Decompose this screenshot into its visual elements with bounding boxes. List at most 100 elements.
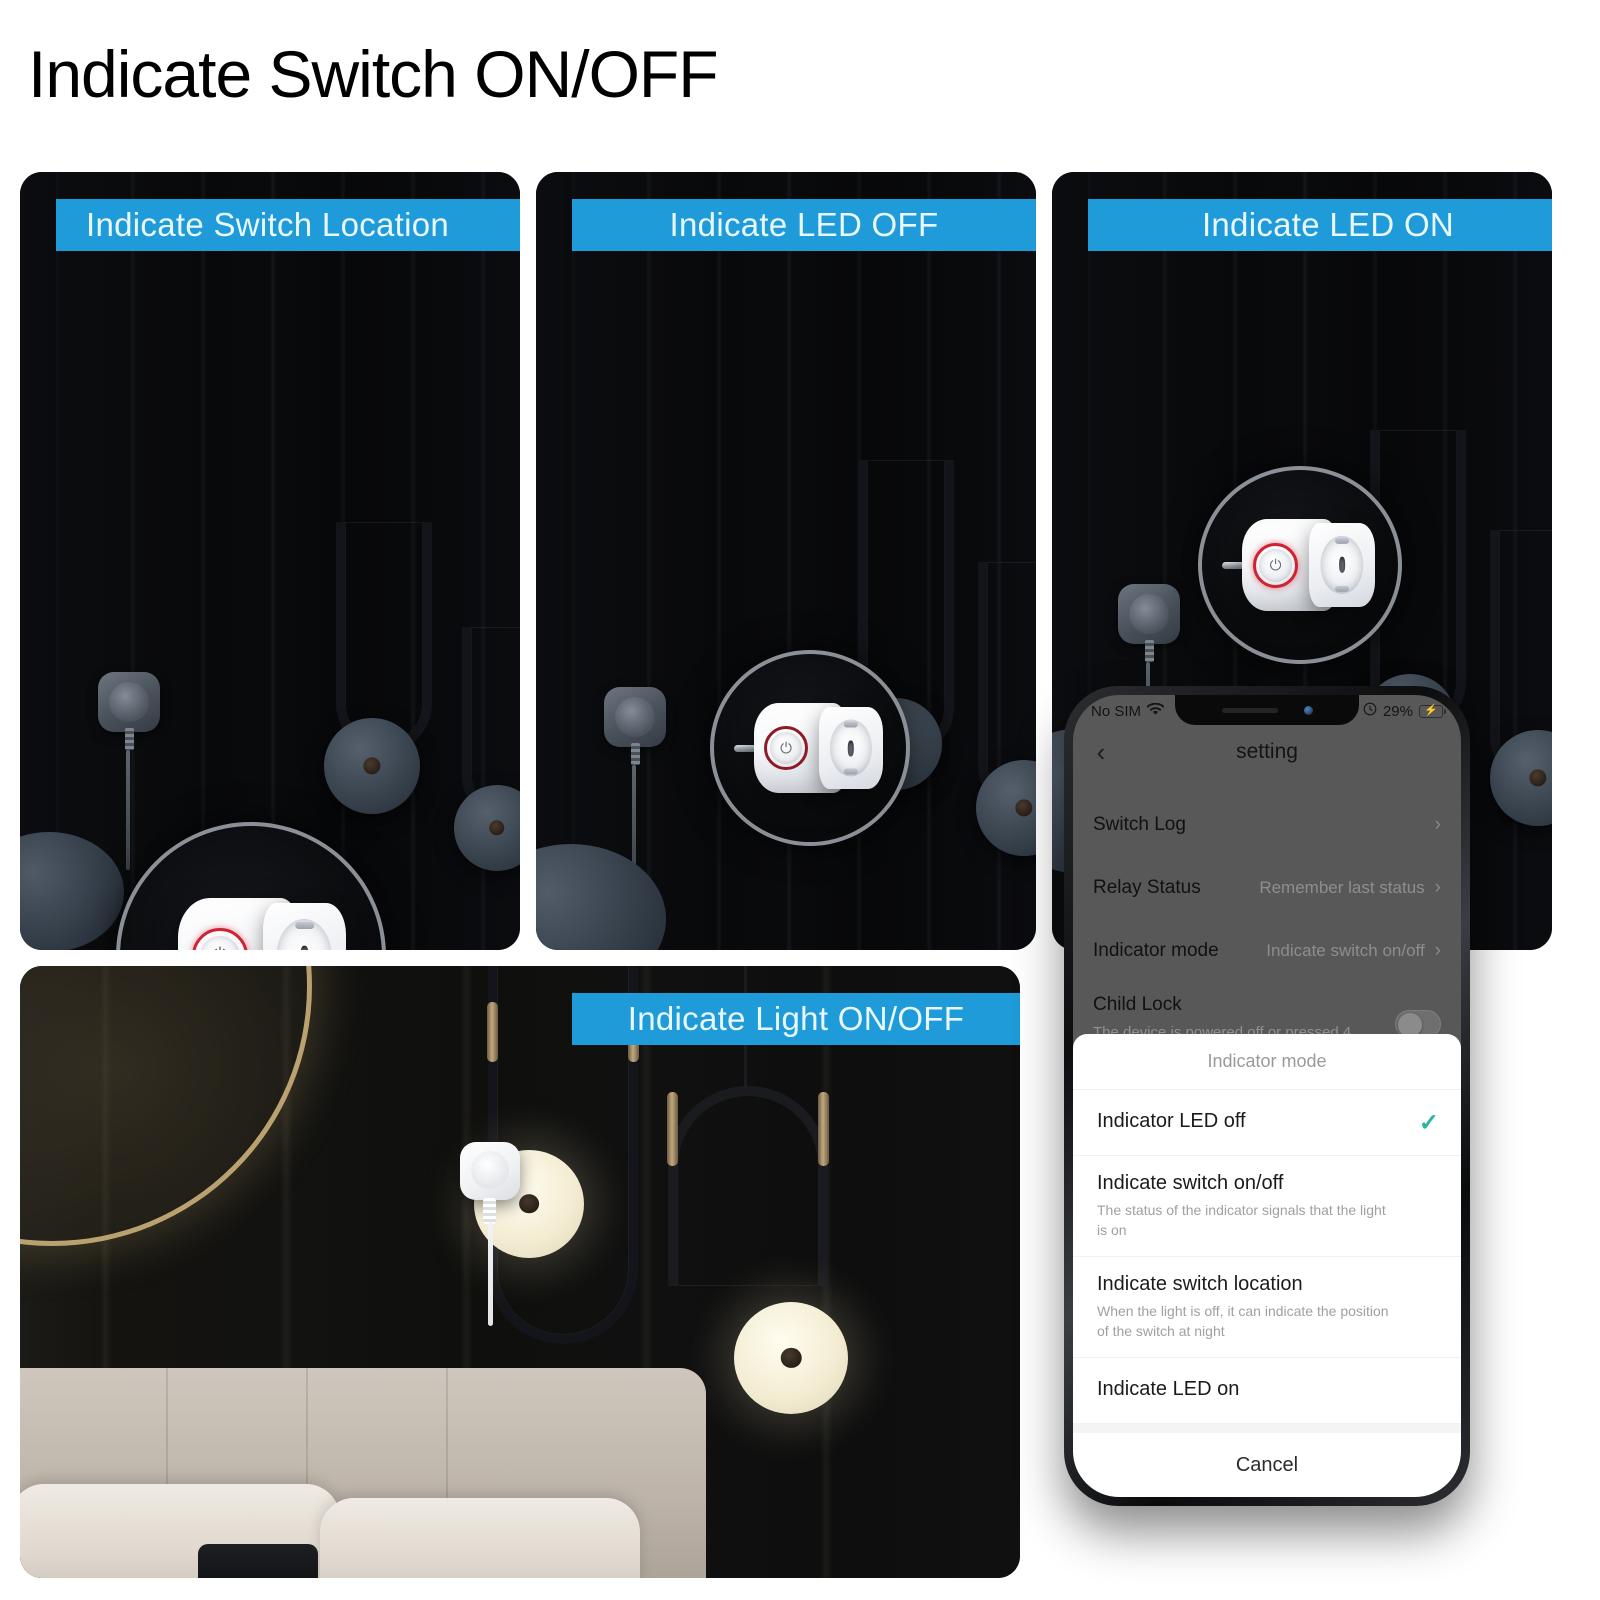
lamp-hub <box>1015 799 1033 817</box>
power-button[interactable]: ⏻ <box>1259 549 1292 582</box>
chevron-right-icon: › <box>1434 939 1441 961</box>
plug-socket-face <box>819 707 883 789</box>
option-subtitle: The status of the indicator signals that… <box>1097 1202 1386 1238</box>
nav-bar: ‹ setting <box>1073 725 1461 779</box>
socket-hole <box>1338 556 1346 574</box>
cord-grip <box>483 1198 496 1224</box>
smart-plug-closeup: ⏻ <box>152 890 350 950</box>
page-title-setting: setting <box>1236 740 1298 763</box>
option-title: Indicate LED on <box>1097 1378 1240 1400</box>
power-button[interactable]: ⏻ <box>770 732 802 764</box>
plug-cord <box>488 1222 493 1326</box>
row-label: Child Lock <box>1093 994 1182 1015</box>
lamp-shade <box>324 718 420 814</box>
banner-label: Indicate Light ON/OFF <box>627 1000 965 1037</box>
pendant-lamp-2 <box>454 627 520 871</box>
plug-cord <box>126 750 130 870</box>
pendant-lamp-2 <box>1490 530 1552 826</box>
lightning-bolt-icon: ⚡ <box>1424 704 1438 717</box>
panel-led-off: ⏻ Indicate LED OFF <box>536 172 1036 950</box>
lamp-hub <box>489 820 505 836</box>
pillow-right <box>320 1498 640 1578</box>
cancel-button[interactable]: Cancel <box>1073 1433 1461 1497</box>
sheet-separator <box>1073 1424 1461 1433</box>
sheet-option-indicate-switch-location[interactable]: Indicate switch location When the light … <box>1073 1257 1461 1358</box>
magnifier-circle: ⏻ <box>710 650 910 846</box>
phone-notch <box>1175 695 1359 725</box>
wifi-icon <box>1146 702 1165 720</box>
settings-row-relay-status[interactable]: Relay Status Remember last status › <box>1073 856 1461 919</box>
pendant-lamp-2 <box>976 562 1036 856</box>
row-label: Relay Status <box>1093 876 1201 898</box>
socket-clip-top <box>843 721 859 728</box>
plug-socket <box>829 719 873 777</box>
row-value: Indicate switch on/off › <box>1266 940 1441 962</box>
page-title: Indicate Switch ON/OFF <box>28 37 719 111</box>
sheet-option-indicator-led-off[interactable]: Indicator LED off ✓ <box>1073 1090 1461 1156</box>
settings-row-indicator-mode[interactable]: Indicator mode Indicate switch on/off › <box>1073 919 1461 982</box>
wall-smart-plug <box>460 1142 520 1200</box>
clock-icon <box>1363 702 1377 720</box>
socket-clip-bottom <box>843 768 859 775</box>
check-icon: ✓ <box>1418 1109 1439 1136</box>
option-title: Indicator LED off <box>1097 1110 1246 1132</box>
plug-socket <box>277 919 332 950</box>
indicator-mode-action-sheet: Indicator mode Indicator LED off ✓ Indic… <box>1073 1034 1461 1497</box>
wall-mounted-plug <box>1118 584 1180 662</box>
back-button[interactable]: ‹ <box>1073 737 1129 768</box>
product-infographic: Indicate Switch ON/OFF Indicate Switch L… <box>0 0 1600 1600</box>
brass-arc-top <box>818 1092 829 1166</box>
lamp-hub <box>363 757 381 775</box>
battery-percent-label: 29% <box>1382 702 1413 720</box>
phone-mockup: No SIM 29% ⚡ ‹ setting Switch Log › Rela… <box>1064 686 1470 1506</box>
carrier-label: No SIM <box>1091 702 1142 720</box>
chevron-right-icon: › <box>1434 813 1441 835</box>
sheet-option-indicate-switch-onoff[interactable]: Indicate switch on/off The status of the… <box>1073 1156 1461 1257</box>
wall-mounted-plug <box>98 672 160 750</box>
option-title: Indicate switch location <box>1097 1273 1303 1295</box>
option-title: Indicate switch on/off <box>1097 1172 1284 1194</box>
banner-light-onoff: Indicate Light ON/OFF <box>572 993 1020 1045</box>
socket-clip-top <box>1334 538 1350 545</box>
option-subtitle: When the light is off, it can indicate t… <box>1097 1303 1389 1339</box>
lamp-hub <box>780 1347 802 1369</box>
row-value: › <box>1425 814 1441 836</box>
panel-light-onoff: Indicate Light ON/OFF <box>20 966 1020 1578</box>
sheet-option-indicate-led-on[interactable]: Indicate LED on <box>1073 1358 1461 1424</box>
front-camera <box>1303 705 1313 715</box>
banner-label: Indicate Switch Location <box>86 206 450 243</box>
chevron-right-icon: › <box>1434 876 1441 898</box>
banner-led-on: Indicate LED ON <box>1088 199 1552 251</box>
smart-plug-closeup: ⏻ <box>734 697 886 799</box>
banner-label: Indicate LED OFF <box>669 206 939 243</box>
pendant-lamp-lit-2 <box>667 966 848 1414</box>
row-label: Indicator mode <box>1093 939 1219 961</box>
row-value-text: Indicate switch on/off <box>1266 940 1425 960</box>
lamp-hub <box>1529 769 1547 787</box>
brass-sleeve <box>487 1002 498 1062</box>
socket-clip-top <box>295 921 314 930</box>
sheet-title: Indicator mode <box>1073 1034 1461 1090</box>
lamp-hub <box>519 1194 539 1214</box>
bedding-dark-accent <box>198 1544 318 1578</box>
lamp-cable <box>668 1086 828 1286</box>
panel-switch-location: ⏻ Indicate Switch Location <box>20 172 520 950</box>
socket-hole <box>847 739 855 756</box>
plug-socket-face <box>262 903 347 950</box>
magnifier-circle: ⏻ <box>1198 466 1402 664</box>
lamp-cable <box>336 522 432 752</box>
row-label: Switch Log <box>1093 813 1186 835</box>
phone-screen: No SIM 29% ⚡ ‹ setting Switch Log › Rela… <box>1073 695 1461 1497</box>
row-value-text: Remember last status <box>1259 877 1425 897</box>
plug-socket <box>1320 535 1364 595</box>
row-value: Remember last status › <box>1259 877 1441 899</box>
battery-icon: ⚡ <box>1419 704 1446 718</box>
pendant-lamp-1 <box>324 522 432 814</box>
wall-mounted-plug <box>604 687 666 765</box>
banner-switch-location: Indicate Switch Location <box>56 199 520 251</box>
earpiece-speaker <box>1221 707 1278 713</box>
status-left: No SIM <box>1091 702 1165 720</box>
settings-row-switch-log[interactable]: Switch Log › <box>1073 793 1461 856</box>
plug-socket-face <box>1309 523 1375 607</box>
smart-plug-closeup: ⏻ <box>1222 513 1378 617</box>
